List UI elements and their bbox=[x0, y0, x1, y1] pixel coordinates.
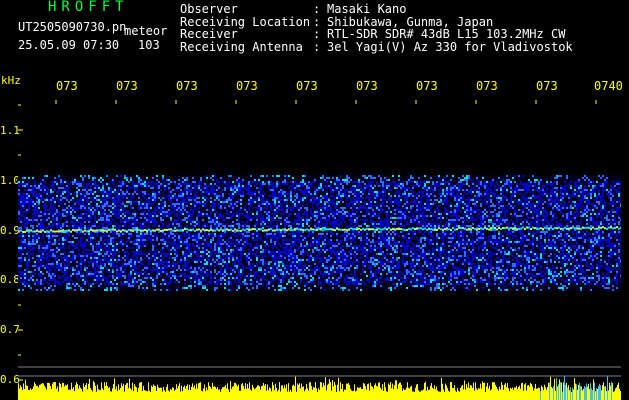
x-tick-label: 073 bbox=[476, 79, 498, 93]
file-name: UT2505090730.pn bbox=[18, 20, 127, 34]
y-tick-label: 0.7 bbox=[0, 323, 20, 336]
y-tick-label: 0.8 bbox=[0, 273, 20, 286]
x-tick-label: 073 bbox=[116, 79, 138, 93]
x-tick-label: 073 bbox=[176, 79, 198, 93]
x-tick-label: 0740 bbox=[594, 79, 623, 93]
receiver-label: Receiver bbox=[180, 27, 238, 41]
observation-datetime: 25.05.09 07:30 bbox=[18, 38, 120, 52]
antenna-label: Receiving Antenna bbox=[180, 39, 303, 54]
observer-label: Observer bbox=[180, 2, 238, 16]
receiver-value: RTL-SDR SDR# 43dB L15 103.2MHz CW bbox=[327, 27, 566, 41]
observer-value: Masaki Kano bbox=[327, 2, 407, 16]
spectrogram bbox=[18, 100, 621, 400]
station-info-separators: :::: bbox=[313, 2, 321, 54]
x-tick-label: 073 bbox=[236, 79, 258, 93]
y-tick-label: 1.1 bbox=[0, 124, 20, 137]
app-title: HROFFT bbox=[48, 0, 129, 15]
x-tick-label: 073 bbox=[296, 79, 318, 93]
noise-band bbox=[18, 175, 621, 291]
y-tick-label: 1.0 bbox=[0, 174, 20, 187]
event-tag: meteor bbox=[124, 24, 168, 38]
y-tick-label: 0.6 bbox=[0, 373, 20, 386]
x-axis-ticks bbox=[55, 100, 597, 104]
spectrogram-canvas bbox=[18, 100, 621, 400]
antenna-value: 3el Yagi(V) Az 330 for Vladivostok bbox=[327, 39, 573, 54]
x-tick-label: 073 bbox=[416, 79, 438, 93]
x-tick-label: 073 bbox=[536, 79, 558, 93]
y-axis-unit: kHz bbox=[1, 74, 21, 87]
y-tick-label: 0.9 bbox=[0, 224, 20, 237]
bottom-amplitude-bars bbox=[18, 376, 621, 400]
x-tick-label: 073 bbox=[356, 79, 378, 93]
x-tick-label: 073 bbox=[56, 79, 78, 93]
frequency-readout: 103 bbox=[138, 38, 160, 52]
station-info-labels: Observer Receiving Location Receiver Rec… bbox=[180, 3, 310, 53]
station-info-values: Masaki Kano Shibukawa, Gunma, Japan RTL-… bbox=[327, 3, 573, 53]
header-panel: HROFFT UT2505090730.pn meteor 25.05.09 0… bbox=[0, 0, 629, 78]
